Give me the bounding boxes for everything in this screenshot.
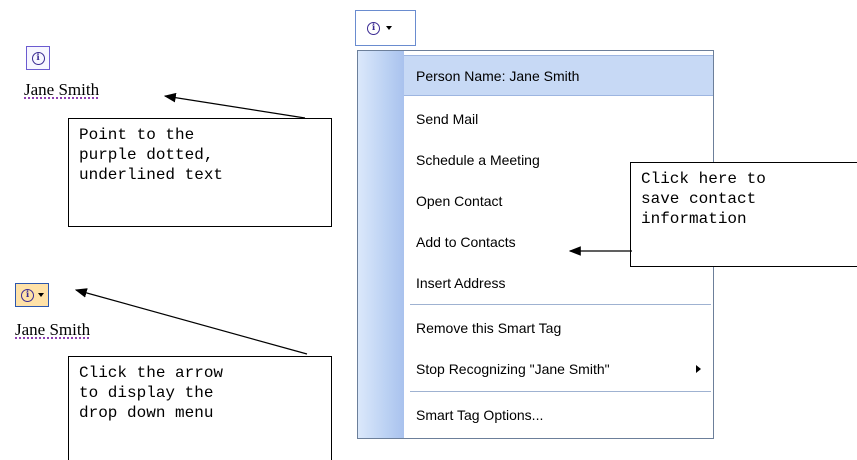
arrow-to-smart-tag-button	[74, 288, 308, 355]
annotation-arrows	[74, 92, 632, 355]
arrow-to-underlined-text	[163, 92, 306, 119]
